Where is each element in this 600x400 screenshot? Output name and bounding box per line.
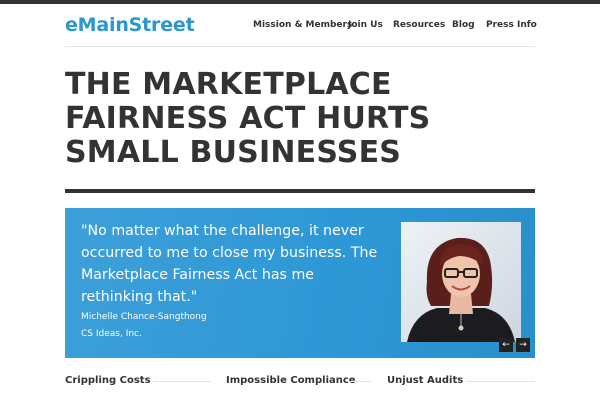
section-divider xyxy=(466,381,535,382)
site-logo[interactable]: eMainStreet xyxy=(65,14,195,36)
slider-next-button[interactable]: → xyxy=(516,338,530,352)
nav-mission-members[interactable]: Mission & Members xyxy=(253,20,352,30)
section-crippling-costs[interactable]: Crippling Costs xyxy=(65,375,151,386)
headline-divider xyxy=(65,189,535,193)
testimonial-photo xyxy=(401,222,521,342)
nav-resources[interactable]: Resources xyxy=(393,20,445,30)
section-divider xyxy=(349,381,372,382)
nav-press-info[interactable]: Press Info xyxy=(486,20,537,30)
testimonial-quote: "No matter what the challenge, it never … xyxy=(81,223,378,305)
section-impossible-compliance[interactable]: Impossible Compliance xyxy=(226,375,356,386)
slider-prev-button[interactable]: ← xyxy=(499,338,513,352)
top-bar xyxy=(0,0,600,4)
nav-join-us[interactable]: Join Us xyxy=(348,20,383,30)
nav-blog[interactable]: Blog xyxy=(452,20,475,30)
nav-divider xyxy=(65,46,535,47)
page-headline: THE MARKETPLACE FAIRNESS ACT HURTS SMALL… xyxy=(65,67,431,170)
section-divider xyxy=(153,381,211,382)
testimonial-name: Michelle Chance-Sangthong xyxy=(81,312,207,322)
section-unjust-audits[interactable]: Unjust Audits xyxy=(387,375,463,386)
testimonial-organization: CS Ideas, Inc. xyxy=(81,329,142,339)
testimonial-slider: "No matter what the challenge, it never … xyxy=(65,208,535,358)
